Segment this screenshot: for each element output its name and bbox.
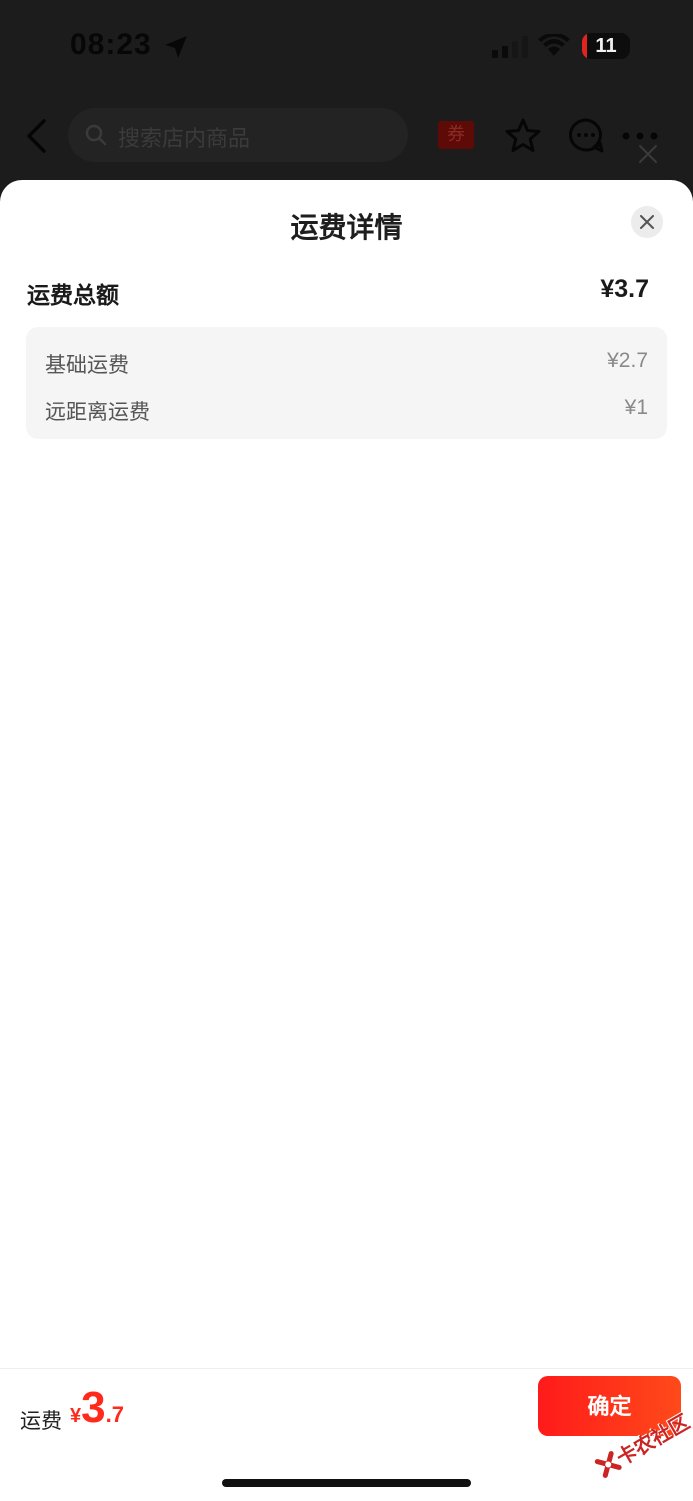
signal-icon	[492, 36, 528, 58]
fee-amount: ¥2.7	[607, 349, 648, 372]
search-icon	[85, 124, 107, 146]
close-icon	[640, 215, 654, 229]
footer-fee-label: 运费	[20, 1409, 62, 1433]
price-integer: 3	[81, 1383, 106, 1432]
favorite-star-icon[interactable]	[503, 116, 543, 156]
search-input[interactable]: 搜索店内商品	[68, 108, 408, 162]
fee-label: 基础运费	[45, 353, 129, 377]
fee-label: 远距离运费	[45, 400, 150, 424]
fee-row-long-distance: 远距离运费 ¥1	[26, 388, 667, 428]
close-button[interactable]	[631, 206, 663, 238]
wifi-icon	[538, 34, 570, 56]
fee-row-base: 基础运费 ¥2.7	[26, 341, 667, 381]
price-currency: ¥	[70, 1405, 82, 1427]
footer-fee-price: ¥3.7	[70, 1383, 124, 1433]
back-arrow-icon[interactable]	[22, 118, 52, 154]
background-close-icon	[639, 145, 657, 163]
home-indicator[interactable]	[222, 1479, 471, 1487]
watermark-text: 卡农社区	[612, 1409, 693, 1471]
search-placeholder: 搜索店内商品	[118, 127, 251, 152]
fee-breakdown: 基础运费 ¥2.7 远距离运费 ¥1	[26, 327, 667, 439]
status-time: 08:23	[70, 28, 152, 61]
battery-percent: 11	[595, 35, 617, 57]
shipping-fee-sheet: 运费详情 运费总额 ¥3.7 基础运费 ¥2.7 远距离运费 ¥1	[0, 180, 693, 1500]
total-fee-label: 运费总额	[27, 283, 119, 309]
battery-indicator: 11	[582, 33, 630, 59]
coupon-badge[interactable]: 券	[438, 121, 474, 149]
location-arrow-icon	[165, 36, 187, 58]
customer-service-icon[interactable]	[566, 116, 606, 156]
sheet-title: 运费详情	[290, 211, 403, 244]
fee-amount: ¥1	[624, 396, 648, 419]
price-decimal: .7	[105, 1402, 124, 1427]
background-overlay: 08:23 11 搜索店内商品 券	[0, 0, 693, 200]
total-fee-amount: ¥3.7	[600, 275, 649, 303]
